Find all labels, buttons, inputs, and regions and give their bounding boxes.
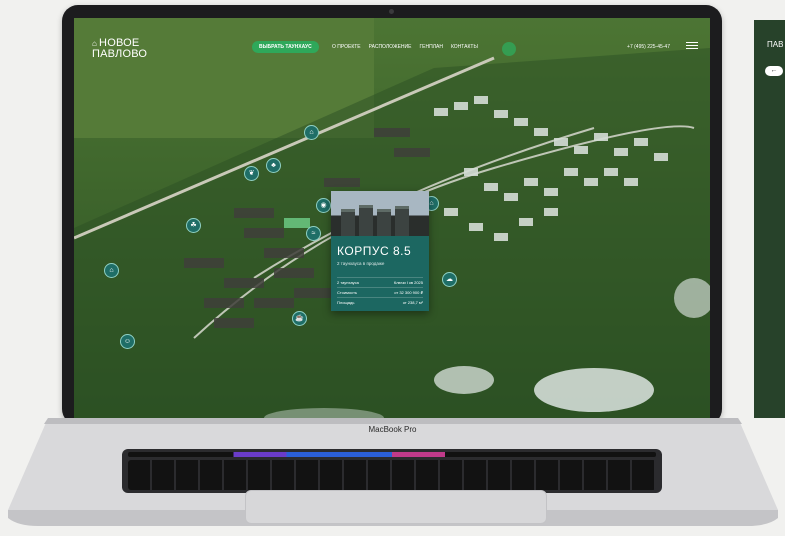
card-row-label: Стоимость [337,290,358,295]
card-row-value: от 238,7 м² [402,300,423,305]
secondary-device-screen: ПАВ ← [754,20,785,418]
back-arrow-icon[interactable]: ← [765,66,783,76]
card-row: 2 таунхауса Ключи I кв 2025 [337,277,423,287]
keyboard-keys[interactable] [128,460,656,490]
card-row: Площадь от 238,7 м² [337,297,423,307]
phone-number[interactable]: +7 (495) 225-45-47 [627,44,670,50]
menu-item-masterplan[interactable]: ГЕНПЛАН [419,44,442,50]
building-photo [331,191,429,236]
park-icon[interactable]: ☘ [186,218,201,233]
laptop-lid: ⌂ НОВОЕ ПАВЛОВО ВЫБРАТЬ ТАУНХАУС О ПРОЕКТ… [62,5,722,425]
secondary-logo: ПАВ [767,40,784,49]
tree-icon[interactable]: ♣ [266,158,281,173]
site-header: ⌂ НОВОЕ ПАВЛОВО ВЫБРАТЬ ТАУНХАУС О ПРОЕКТ… [74,18,710,68]
menu-item-location[interactable]: РАСПОЛОЖЕНИЕ [369,44,412,50]
menu-burger-icon[interactable] [686,40,698,50]
touch-bar[interactable] [128,452,656,457]
camera-icon [389,9,394,14]
leaf-icon[interactable]: ❦ [244,166,259,181]
menu-item-contacts[interactable]: КОНТАКТЫ [451,44,478,50]
choose-townhouse-button[interactable]: ВЫБРАТЬ ТАУНХАУС [252,41,319,53]
trackpad[interactable] [245,490,547,524]
gate-icon[interactable]: ⌂ [104,263,119,278]
card-row-label: Площадь [337,300,355,305]
cloud-icon[interactable]: ☁ [442,272,457,287]
logo-line-2: ПАВЛОВО [92,48,148,60]
card-row-value: от 32 300 900 ₽ [394,290,423,295]
water-icon[interactable]: ≈ [306,226,321,241]
menu-item-about[interactable]: О ПРОЕКТЕ [332,44,361,50]
card-title: КОРПУС 8.5 [337,244,412,258]
sport-icon[interactable]: ◉ [316,198,331,213]
site-logo[interactable]: ⌂ НОВОЕ ПАВЛОВО [92,38,148,60]
logo-house-icon: ⌂ [92,39,98,48]
house-icon[interactable]: ⌂ [304,125,319,140]
status-dot-icon [502,42,516,56]
card-row-value: Ключи I кв 2025 [393,280,423,285]
card-row-label: 2 таунхауса [337,280,359,285]
building-info-card[interactable]: КОРПУС 8.5 2 таунхауса в продаже 2 таунх… [331,191,429,311]
device-brand-label: MacBook Pro [368,425,417,434]
card-subtitle: 2 таунхауса в продаже [337,261,385,266]
keyboard[interactable] [122,449,662,493]
card-row: Стоимость от 32 300 900 ₽ [337,287,423,297]
website-screen: ⌂ НОВОЕ ПАВЛОВО ВЫБРАТЬ ТАУНХАУС О ПРОЕКТ… [74,18,710,423]
main-menu: О ПРОЕКТЕ РАСПОЛОЖЕНИЕ ГЕНПЛАН КОНТАКТЫ [332,44,478,50]
playground-icon[interactable]: ☺ [120,334,135,349]
card-details: 2 таунхауса Ключи I кв 2025 Стоимость от 3… [337,277,423,307]
cafe-icon[interactable]: ☕ [292,311,307,326]
